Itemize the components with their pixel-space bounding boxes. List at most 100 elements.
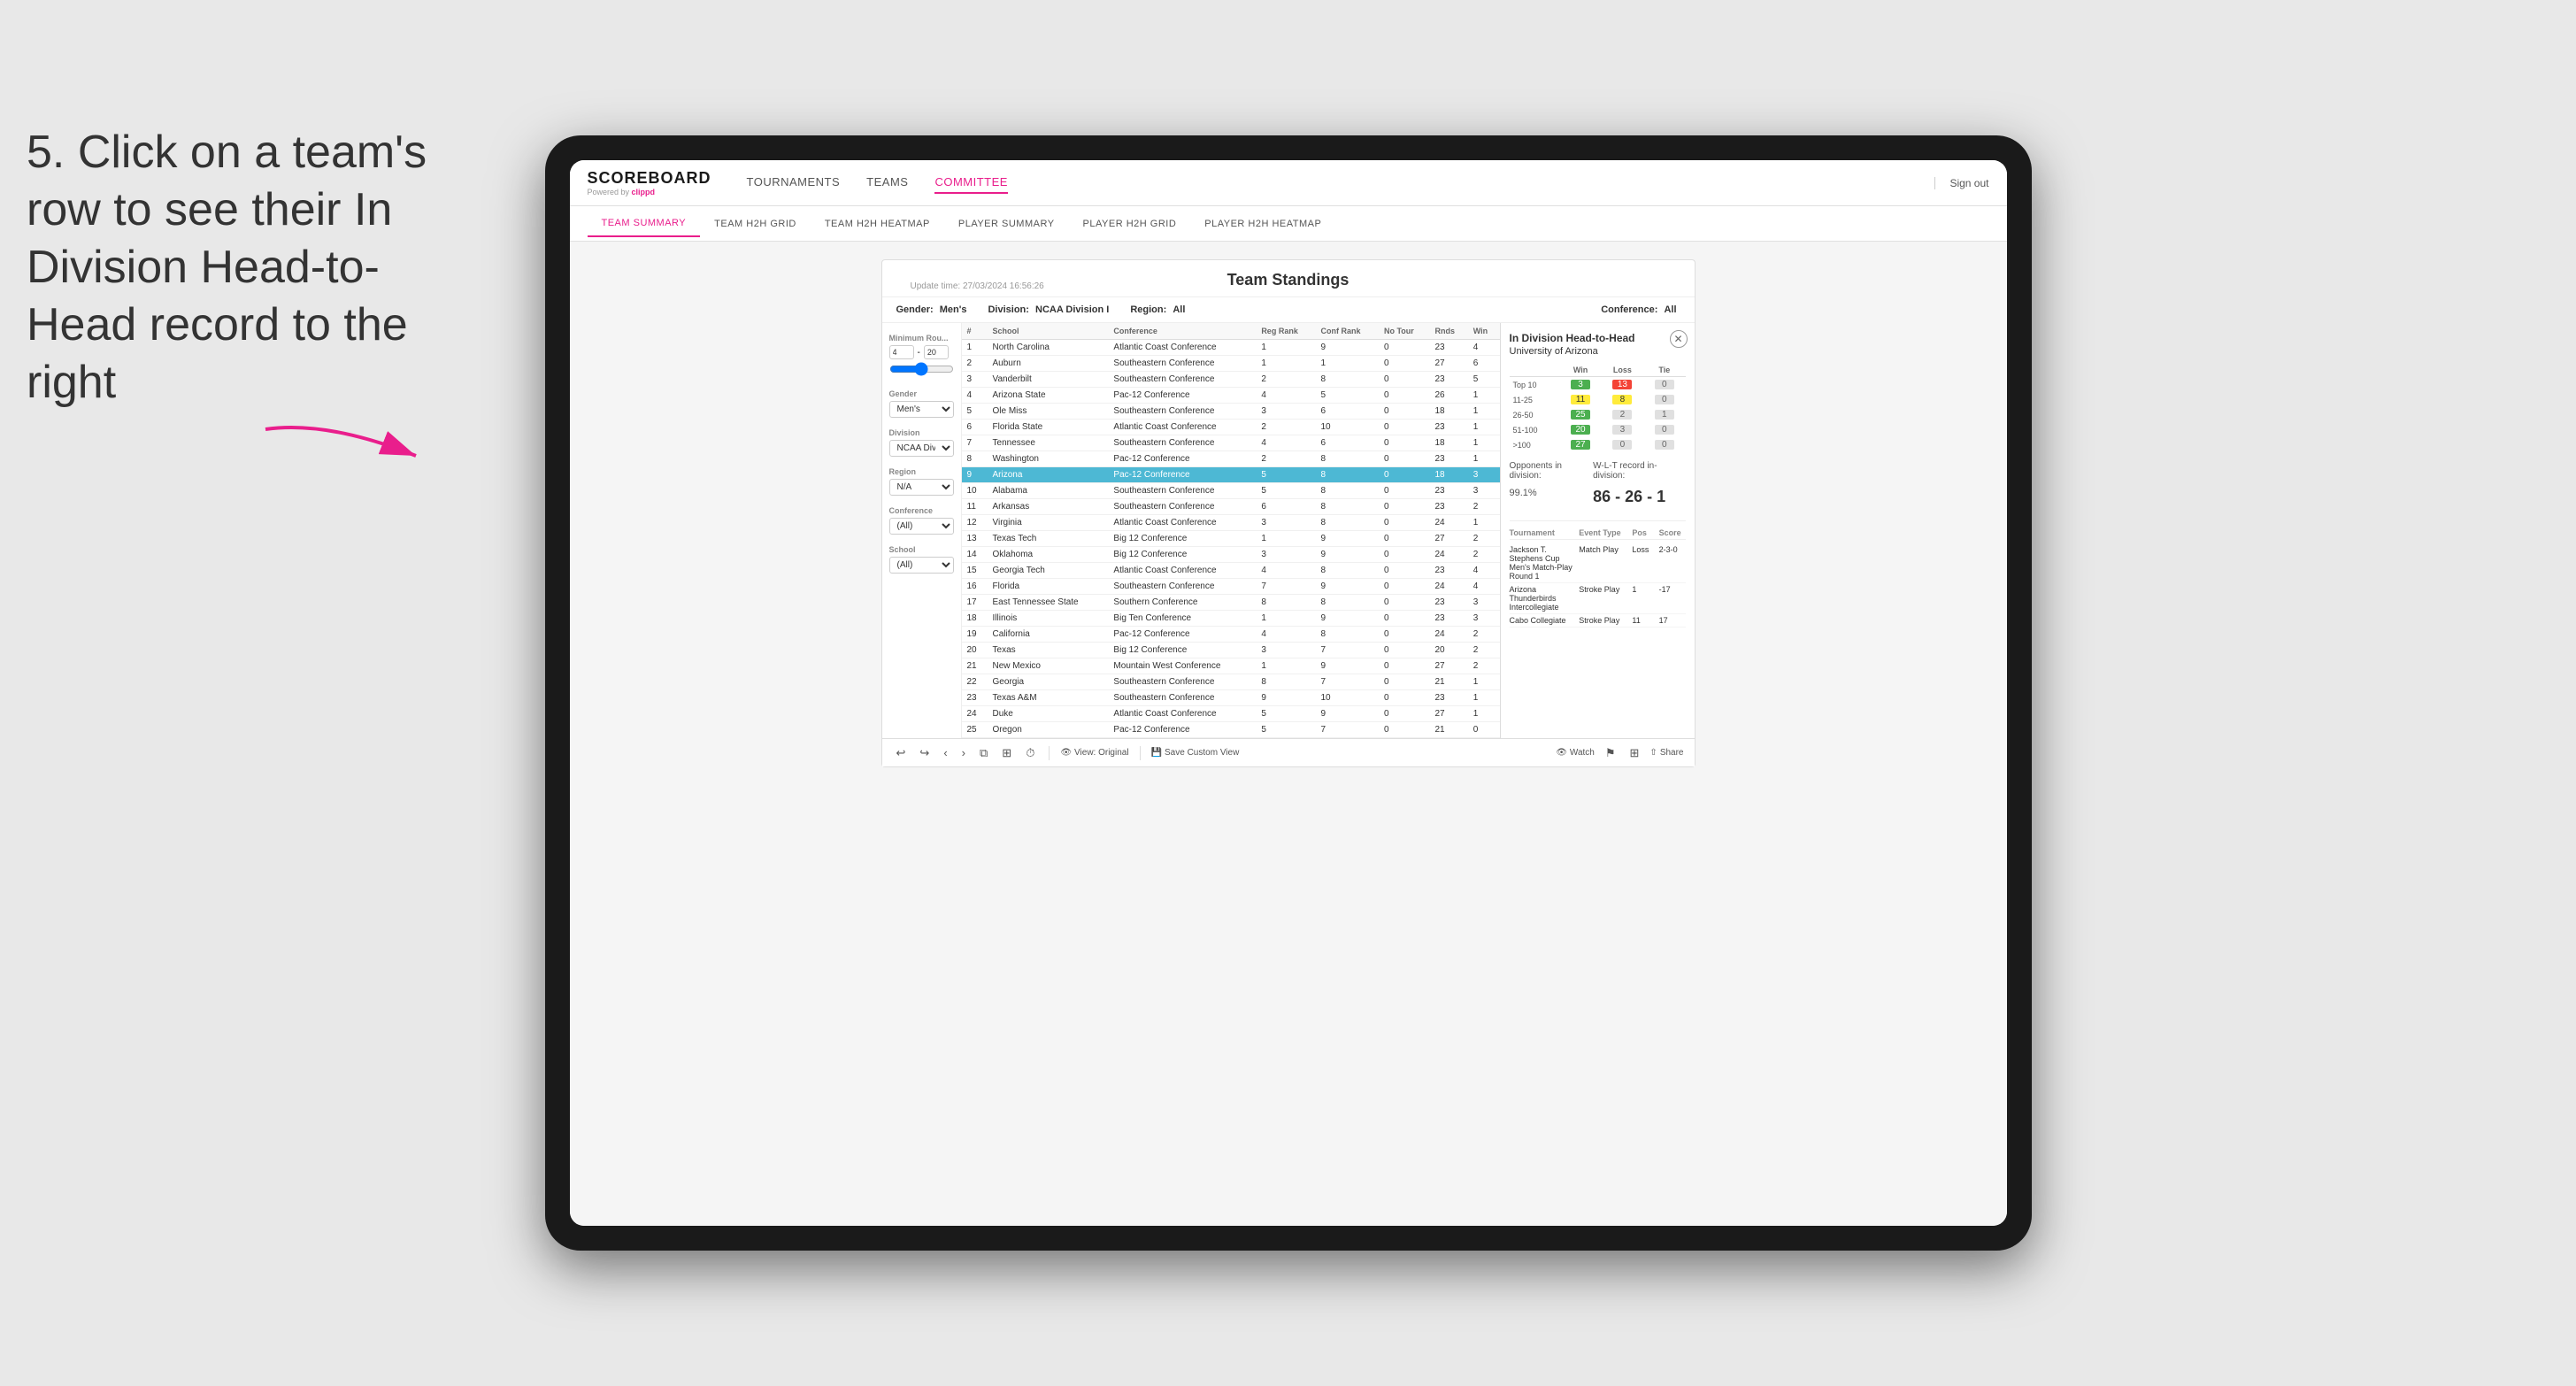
row-21-col-5: 0 [1379, 674, 1430, 690]
row-20-col-6: 27 [1429, 658, 1467, 674]
col-num: # [962, 323, 988, 340]
row-10-col-3: 6 [1256, 499, 1315, 515]
sign-out-button[interactable]: Sign out [1934, 177, 1988, 189]
row-14-col-5: 0 [1379, 563, 1430, 579]
nav-teams[interactable]: TEAMS [866, 172, 908, 194]
h2h-row-100plus: >100 27 0 0 [1510, 437, 1686, 452]
row-7-col-0: 8 [962, 451, 988, 467]
table-row[interactable]: 9ArizonaPac-12 Conference580183 [962, 467, 1500, 483]
subnav-player-summary[interactable]: PLAYER SUMMARY [944, 212, 1069, 236]
table-row[interactable]: 11ArkansasSoutheastern Conference680232 [962, 499, 1500, 515]
table-row[interactable]: 22GeorgiaSoutheastern Conference870211 [962, 674, 1500, 690]
back-button[interactable]: ‹ [940, 744, 950, 761]
row-12-col-1: Texas Tech [988, 531, 1109, 547]
table-row[interactable]: 18IllinoisBig Ten Conference190233 [962, 611, 1500, 627]
filter-min-rounds: Minimum Rou... - [889, 334, 954, 379]
table-row[interactable]: 6Florida StateAtlantic Coast Conference2… [962, 420, 1500, 435]
table-row[interactable]: 16FloridaSoutheastern Conference790244 [962, 579, 1500, 595]
share-button[interactable]: ⇧ Share [1649, 748, 1683, 758]
table-row[interactable]: 5Ole MissSoutheastern Conference360181 [962, 404, 1500, 420]
row-4-col-4: 6 [1315, 404, 1379, 420]
table-row[interactable]: 13Texas TechBig 12 Conference190272 [962, 531, 1500, 547]
row-15-col-6: 24 [1429, 579, 1467, 595]
save-custom-button[interactable]: 💾 Save Custom View [1151, 748, 1240, 758]
nav-tournaments[interactable]: TOURNAMENTS [747, 172, 841, 194]
row-24-col-3: 5 [1256, 722, 1315, 738]
filter-gender: Gender Men's [889, 389, 954, 418]
table-row[interactable]: 15Georgia TechAtlantic Coast Conference4… [962, 563, 1500, 579]
subnav-team-h2h-heatmap[interactable]: TEAM H2H HEATMAP [811, 212, 944, 236]
nav-committee[interactable]: COMMITTEE [934, 172, 1008, 194]
table-row[interactable]: 10AlabamaSoutheastern Conference580233 [962, 483, 1500, 499]
table-row[interactable]: 1North CarolinaAtlantic Coast Conference… [962, 340, 1500, 356]
min-rounds-slider[interactable] [889, 362, 954, 376]
min-rounds-min-input[interactable] [889, 345, 914, 359]
row-19-col-6: 20 [1429, 643, 1467, 658]
division-select[interactable]: NCAA Division I [889, 440, 954, 457]
redo-button[interactable]: ↪ [916, 744, 933, 762]
school-select[interactable]: (All) [889, 557, 954, 574]
view-original-button[interactable]: 👁 View: Original [1060, 748, 1128, 758]
forward-button[interactable]: › [958, 744, 969, 761]
subnav-player-h2h-heatmap[interactable]: PLAYER H2H HEATMAP [1190, 212, 1335, 236]
logo-subtitle: Powered by clippd [588, 188, 711, 196]
row-13-col-2: Big 12 Conference [1108, 547, 1256, 563]
t1-score: 2-3-0 [1659, 545, 1686, 581]
col-reg-rank: Reg Rank [1256, 323, 1315, 340]
share-icon: ⇧ [1649, 748, 1657, 758]
row-24-col-5: 0 [1379, 722, 1430, 738]
school-filter-label: School [889, 545, 954, 554]
table-row[interactable]: 25OregonPac-12 Conference570210 [962, 722, 1500, 738]
table-row[interactable]: 3VanderbiltSoutheastern Conference280235 [962, 372, 1500, 388]
tournament-row-1: Jackson T. Stephens Cup Men's Match-Play… [1510, 543, 1686, 583]
row-19-col-5: 0 [1379, 643, 1430, 658]
table-row[interactable]: 8WashingtonPac-12 Conference280231 [962, 451, 1500, 467]
clock-button[interactable]: ⏱ [1022, 744, 1038, 762]
row-14-col-7: 4 [1468, 563, 1500, 579]
row-8-col-3: 5 [1256, 467, 1315, 483]
row-7-col-4: 8 [1315, 451, 1379, 467]
h2h-col-loss: Loss [1602, 364, 1643, 377]
table-row[interactable]: 14OklahomaBig 12 Conference390242 [962, 547, 1500, 563]
h2h-close-button[interactable]: ✕ [1670, 330, 1688, 348]
undo-button[interactable]: ↩ [893, 744, 910, 762]
table-row[interactable]: 21New MexicoMountain West Conference1902… [962, 658, 1500, 674]
subnav-team-summary[interactable]: TEAM SUMMARY [588, 211, 701, 237]
row-9-col-4: 8 [1315, 483, 1379, 499]
flag-button[interactable]: ⚑ [1602, 744, 1619, 762]
row-3-col-5: 0 [1379, 388, 1430, 404]
table-row[interactable]: 20TexasBig 12 Conference370202 [962, 643, 1500, 658]
table-row[interactable]: 4Arizona StatePac-12 Conference450261 [962, 388, 1500, 404]
grid-button[interactable]: ⊞ [1626, 744, 1643, 762]
table-row[interactable]: 7TennesseeSoutheastern Conference460181 [962, 435, 1500, 451]
h2h-row-11-25: 11-25 11 8 0 [1510, 392, 1686, 407]
row-21-col-2: Southeastern Conference [1108, 674, 1256, 690]
row-7-col-3: 2 [1256, 451, 1315, 467]
sub-nav: TEAM SUMMARY TEAM H2H GRID TEAM H2H HEAT… [570, 206, 2007, 242]
row-5-col-5: 0 [1379, 420, 1430, 435]
subnav-player-h2h-grid[interactable]: PLAYER H2H GRID [1069, 212, 1191, 236]
conference-select[interactable]: (All) [889, 518, 954, 535]
paste-button[interactable]: ⊞ [998, 744, 1015, 762]
table-row[interactable]: 24DukeAtlantic Coast Conference590271 [962, 706, 1500, 722]
range-separator: - [918, 348, 920, 358]
row-6-col-7: 1 [1468, 435, 1500, 451]
min-rounds-max-input[interactable] [924, 345, 949, 359]
row-6-col-6: 18 [1429, 435, 1467, 451]
subnav-team-h2h-grid[interactable]: TEAM H2H GRID [700, 212, 811, 236]
table-row[interactable]: 2AuburnSoutheastern Conference110276 [962, 356, 1500, 372]
region-select[interactable]: N/A [889, 479, 954, 496]
watch-button[interactable]: 👁 Watch [1556, 748, 1595, 758]
table-row[interactable]: 12VirginiaAtlantic Coast Conference38024… [962, 515, 1500, 531]
table-row[interactable]: 19CaliforniaPac-12 Conference480242 [962, 627, 1500, 643]
row-17-col-7: 3 [1468, 611, 1500, 627]
table-row[interactable]: 23Texas A&MSoutheastern Conference910023… [962, 690, 1500, 706]
row-19-col-3: 3 [1256, 643, 1315, 658]
table-row[interactable]: 17East Tennessee StateSouthern Conferenc… [962, 595, 1500, 611]
row-15-col-0: 16 [962, 579, 988, 595]
row-5-col-3: 2 [1256, 420, 1315, 435]
gender-select[interactable]: Men's [889, 401, 954, 418]
copy-button[interactable]: ⧉ [976, 744, 991, 762]
row-18-col-3: 4 [1256, 627, 1315, 643]
h2h-range-11-25: 11-25 [1510, 392, 1560, 407]
